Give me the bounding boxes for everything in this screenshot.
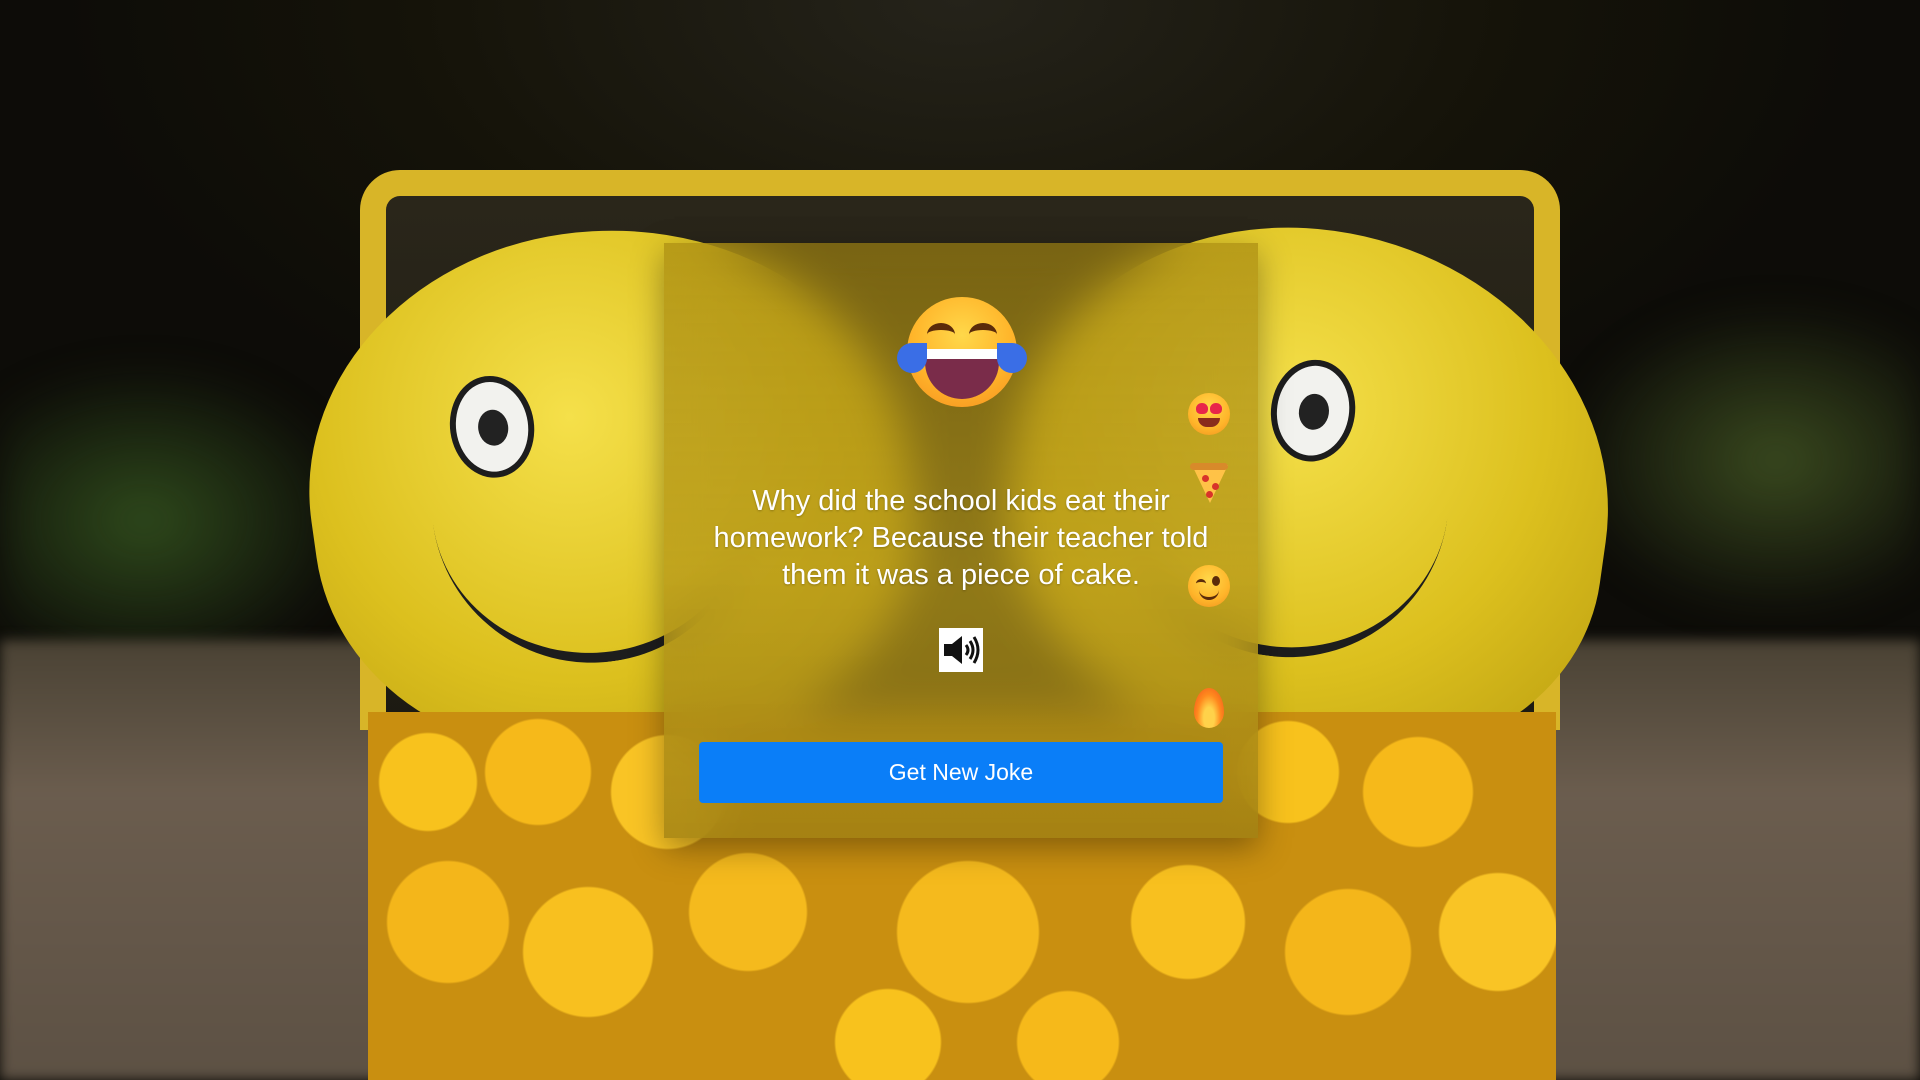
fire-emoji-icon bbox=[1186, 686, 1232, 732]
page: Why did the school kids eat their homewo… bbox=[0, 0, 1920, 1080]
get-new-joke-button[interactable]: Get New Joke bbox=[699, 742, 1223, 803]
joke-card: Why did the school kids eat their homewo… bbox=[664, 243, 1258, 838]
laughing-emoji-icon bbox=[897, 297, 1027, 407]
joke-text: Why did the school kids eat their homewo… bbox=[713, 485, 1209, 591]
speaker-icon bbox=[944, 636, 980, 664]
background-foliage-right bbox=[1560, 300, 1920, 620]
background-foliage bbox=[0, 360, 360, 680]
speaker-button[interactable] bbox=[939, 628, 983, 672]
heart-eyes-emoji-icon bbox=[1186, 391, 1232, 437]
wink-emoji-icon bbox=[1186, 563, 1232, 609]
